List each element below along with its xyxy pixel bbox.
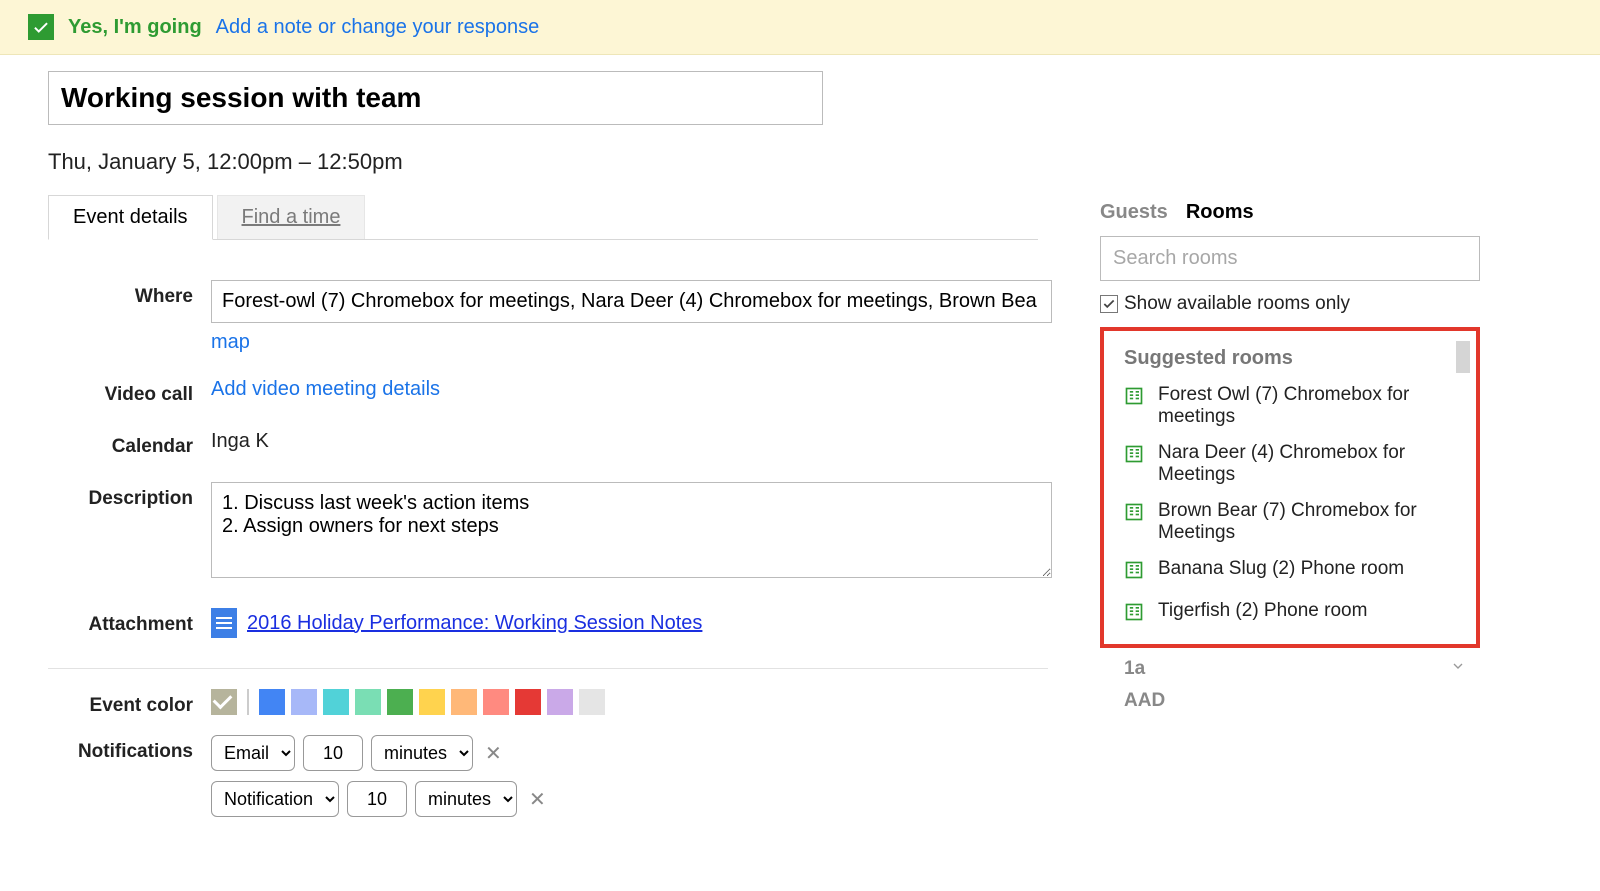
label-notifications: Notifications [48, 735, 193, 763]
floor-section-aad[interactable]: AAD [1100, 684, 1480, 716]
notif-unit-select[interactable]: minutes [415, 781, 517, 817]
checkbox-icon [1100, 295, 1118, 313]
suggested-rooms-panel: Suggested rooms Forest Owl (7) Chromebox… [1100, 327, 1480, 648]
tab-rooms[interactable]: Rooms [1186, 201, 1254, 224]
notif-value-input[interactable] [303, 735, 363, 771]
color-swatch[interactable] [483, 689, 509, 715]
calendar-owner: Inga K [211, 430, 1052, 453]
floor-section-1a[interactable]: 1a [1100, 648, 1480, 684]
show-available-label: Show available rooms only [1124, 293, 1350, 315]
label-video-call: Video call [48, 378, 193, 406]
event-title-input[interactable] [48, 71, 823, 125]
doc-icon [211, 608, 237, 638]
show-available-toggle[interactable]: Show available rooms only [1100, 293, 1480, 315]
where-input[interactable] [211, 280, 1052, 323]
notif-method-select[interactable]: Email [211, 735, 295, 771]
search-rooms-input[interactable] [1100, 236, 1480, 281]
suggested-room[interactable]: Nara Deer (4) Chromebox for Meetings [1124, 442, 1466, 486]
rsvp-change-link[interactable]: Add a note or change your response [216, 16, 540, 39]
section-divider [48, 668, 1048, 669]
rsvp-status: Yes, I'm going [68, 16, 202, 39]
building-icon [1124, 386, 1144, 412]
room-name: Forest Owl (7) Chromebox for meetings [1158, 384, 1466, 428]
color-swatch[interactable] [387, 689, 413, 715]
building-icon [1124, 502, 1144, 528]
floor-label: AAD [1124, 690, 1165, 712]
add-video-link[interactable]: Add video meeting details [211, 378, 440, 400]
detail-tabs: Event details Find a time [48, 195, 1038, 240]
suggested-room[interactable]: Forest Owl (7) Chromebox for meetings [1124, 384, 1466, 428]
room-name: Nara Deer (4) Chromebox for Meetings [1158, 442, 1466, 486]
remove-notification-icon[interactable]: ✕ [525, 787, 550, 812]
color-swatch[interactable] [419, 689, 445, 715]
map-link[interactable]: map [211, 331, 250, 354]
color-swatch[interactable] [259, 689, 285, 715]
tab-guests[interactable]: Guests [1100, 201, 1168, 224]
notif-value-input[interactable] [347, 781, 407, 817]
label-calendar: Calendar [48, 430, 193, 458]
event-datetime: Thu, January 5, 12:00pm – 12:50pm [48, 149, 1052, 175]
suggested-room[interactable]: Banana Slug (2) Phone room [1124, 558, 1466, 586]
label-event-color: Event color [48, 689, 193, 717]
color-swatch[interactable] [355, 689, 381, 715]
tab-event-details[interactable]: Event details [48, 195, 213, 240]
attachment-link[interactable]: 2016 Holiday Performance: Working Sessio… [247, 612, 702, 635]
color-swatch[interactable] [323, 689, 349, 715]
chevron-down-icon [1450, 658, 1466, 680]
color-swatch-default[interactable] [211, 689, 237, 715]
room-name: Banana Slug (2) Phone room [1158, 558, 1404, 580]
label-attachment: Attachment [48, 608, 193, 636]
rsvp-banner: Yes, I'm going Add a note or change your… [0, 0, 1600, 55]
check-icon [28, 14, 54, 40]
suggested-rooms-heading: Suggested rooms [1124, 347, 1466, 370]
building-icon [1124, 444, 1144, 470]
color-swatch-row [211, 689, 1052, 715]
building-icon [1124, 560, 1144, 586]
event-details-panel: Thu, January 5, 12:00pm – 12:50pm Event … [0, 71, 1100, 891]
suggested-room[interactable]: Brown Bear (7) Chromebox for Meetings [1124, 500, 1466, 544]
swatch-separator [247, 689, 249, 715]
notification-row: Email minutes ✕ [211, 735, 1052, 771]
remove-notification-icon[interactable]: ✕ [481, 741, 506, 766]
suggested-room[interactable]: Tigerfish (2) Phone room [1124, 600, 1466, 628]
notification-row: Notification minutes ✕ [211, 781, 1052, 817]
building-icon [1124, 602, 1144, 628]
color-swatch[interactable] [579, 689, 605, 715]
sidebar-tabs: Guests Rooms [1100, 201, 1480, 224]
notif-unit-select[interactable]: minutes [371, 735, 473, 771]
rooms-sidebar: Guests Rooms Show available rooms only S… [1100, 71, 1500, 891]
color-swatch[interactable] [451, 689, 477, 715]
color-swatch[interactable] [547, 689, 573, 715]
room-name: Brown Bear (7) Chromebox for Meetings [1158, 500, 1466, 544]
room-name: Tigerfish (2) Phone room [1158, 600, 1367, 622]
notif-method-select[interactable]: Notification [211, 781, 339, 817]
scrollbar-thumb[interactable] [1456, 341, 1470, 373]
color-swatch[interactable] [515, 689, 541, 715]
label-where: Where [48, 280, 193, 308]
floor-label: 1a [1124, 658, 1145, 680]
description-input[interactable] [211, 482, 1052, 578]
color-swatch[interactable] [291, 689, 317, 715]
tab-find-a-time[interactable]: Find a time [217, 195, 366, 239]
label-description: Description [48, 482, 193, 510]
